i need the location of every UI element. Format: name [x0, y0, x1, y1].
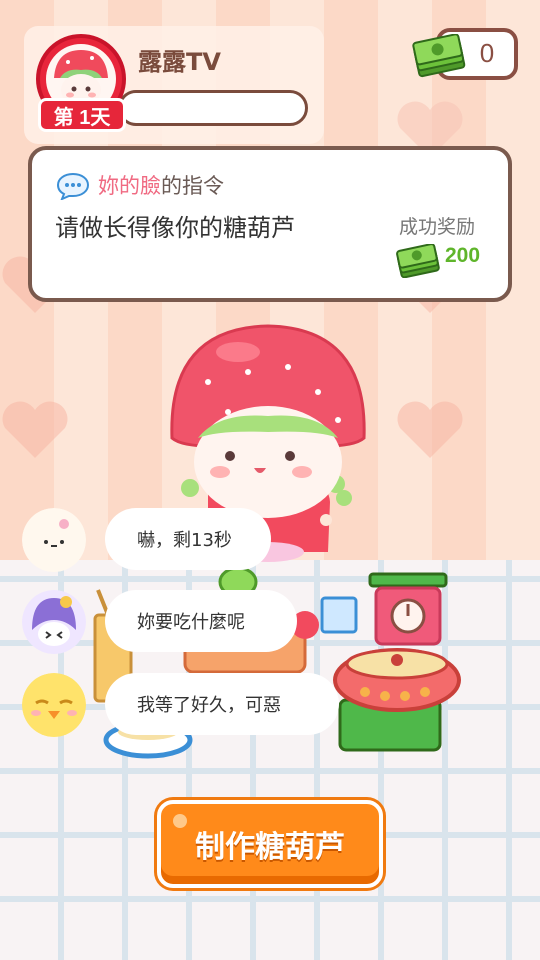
chat-bubble-icon	[56, 172, 90, 200]
day-progress-bar	[118, 90, 308, 126]
button-shine	[173, 814, 187, 828]
purple-girl-avatar-icon	[22, 590, 86, 654]
heart-decoration-icon	[2, 401, 68, 458]
order-sender-name: 妳的臉	[98, 174, 161, 198]
make-tanghulu-button[interactable]: 制作糖葫芦	[157, 800, 383, 888]
live-comment: 我等了好久，可惡	[105, 673, 339, 735]
heart-decoration-icon	[397, 401, 463, 458]
channel-name: 露露TV	[138, 48, 221, 76]
white-blob-avatar-icon	[22, 508, 86, 572]
cash-stack-icon	[396, 244, 440, 278]
cash-stack-icon	[412, 34, 466, 78]
yellow-chick-avatar-icon	[22, 673, 86, 737]
make-tanghulu-label: 制作糖葫芦	[195, 830, 345, 865]
money-value: 0	[479, 38, 495, 68]
order-sender: 妳的臉的指令	[98, 170, 224, 200]
live-comment: 妳要吃什麼呢	[105, 590, 297, 652]
order-sender-suffix: 的指令	[161, 174, 224, 198]
reward-value: 200	[445, 244, 481, 267]
reward-label: 成功奖励	[399, 216, 476, 238]
day-badge: 第 1天	[38, 98, 126, 132]
live-comment: 嚇，剩13秒	[105, 508, 271, 570]
order-request-text: 请做长得像你的糖葫芦	[55, 214, 295, 242]
